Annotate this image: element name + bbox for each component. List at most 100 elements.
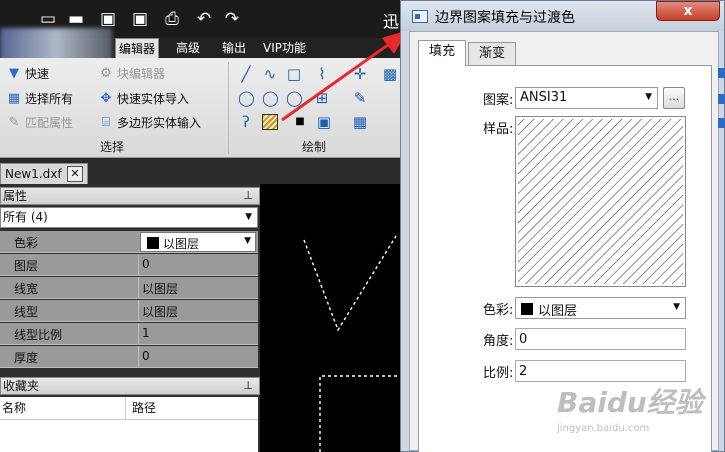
property-key: 厚度	[14, 351, 39, 365]
print-icon[interactable]: ⎙	[162, 9, 182, 29]
tab-editor[interactable]: 编辑器	[115, 38, 160, 58]
header-divider	[0, 419, 258, 420]
filter-icon: ▼	[9, 65, 19, 81]
quick-select-label: 快速	[25, 67, 50, 81]
open-folder-icon[interactable]: ▬	[66, 9, 86, 29]
favorites-title: 收藏夹	[3, 379, 40, 393]
column-divider	[138, 277, 139, 299]
select-all-icon: ▦	[7, 90, 21, 106]
pin-icon[interactable]: ⊥	[243, 378, 253, 394]
brush-icon: ✎	[8, 114, 20, 130]
select-all-button[interactable]: ▦ 选择所有	[6, 90, 73, 107]
partial-ribbon-icons	[718, 68, 725, 128]
angle-label: 角度:	[483, 334, 514, 349]
property-value[interactable]: 1	[142, 326, 150, 340]
chevron-down-icon: ▼	[673, 302, 680, 312]
new-file-icon[interactable]: ▭	[38, 9, 58, 29]
property-value[interactable]: 以图层	[142, 280, 178, 297]
sample-label: 样品:	[483, 122, 514, 137]
property-key: 线宽	[14, 282, 39, 296]
favorites-list: 名称 路径	[0, 397, 258, 452]
color-dropdown[interactable]: 以图层 ▼	[140, 232, 256, 252]
tab-gradient[interactable]: 渐变	[468, 42, 516, 66]
pattern-label: 图案:	[483, 93, 514, 108]
chevron-down-icon: ▼	[244, 236, 251, 246]
select-group-label: 选择	[100, 140, 125, 154]
color-value: 以图层	[163, 237, 200, 251]
annotation-arrow	[281, 30, 408, 122]
property-row: 线型比例 1	[0, 323, 258, 345]
save-as-icon[interactable]: ▣	[130, 9, 150, 29]
tab-advanced[interactable]: 高级	[173, 38, 203, 58]
pattern-dropdown[interactable]: ANSI31 ▼	[515, 87, 658, 109]
save-icon[interactable]: ▣	[98, 9, 118, 29]
column-header-name[interactable]: 名称	[2, 399, 26, 416]
dialog-title: 边界图案填充与过渡色	[435, 10, 575, 26]
curve-tool-icon[interactable]: ʔ	[238, 114, 254, 130]
property-row: 线型 以图层	[0, 300, 258, 322]
close-button[interactable]: x	[656, 1, 720, 21]
color-swatch	[521, 303, 533, 315]
column-divider	[138, 254, 139, 276]
match-properties-button[interactable]: ✎ 匹配属性	[6, 114, 73, 131]
quick-select-button[interactable]: ▼ 快速	[6, 65, 49, 82]
chevron-down-icon: ▼	[645, 92, 652, 102]
polygon-entity-input-button[interactable]: ⌸ 多边形实体输入	[98, 114, 201, 131]
property-value[interactable]: 0	[142, 257, 150, 271]
match-properties-label: 匹配属性	[25, 116, 74, 130]
document-tab[interactable]: New1.dxf ✕	[0, 163, 88, 184]
scale-value: 2	[519, 364, 528, 379]
block-editor-icon: ⚙	[100, 65, 112, 81]
dialog-app-icon	[412, 10, 428, 23]
chevron-down-icon: ▼	[245, 212, 252, 222]
property-key: 色彩	[14, 236, 39, 250]
column-divider	[138, 300, 139, 322]
circle-tool-icon[interactable]: ◯	[238, 90, 255, 106]
color-swatch	[147, 237, 159, 249]
properties-title: 属性	[3, 189, 28, 203]
property-row: 线宽 以图层	[0, 277, 258, 299]
undo-icon[interactable]: ↶	[194, 9, 214, 29]
color-value: 以图层	[538, 304, 578, 319]
watermark-url: jingyan.baidu.com	[557, 423, 650, 434]
column-divider	[138, 346, 139, 368]
baidu-watermark: Baidu经验 jingyan.baidu.com	[555, 375, 720, 445]
redo-icon[interactable]: ↷	[222, 9, 242, 29]
pattern-value: ANSI31	[520, 90, 568, 105]
pin-icon[interactable]: ⊥	[243, 188, 253, 204]
property-value[interactable]: 以图层	[142, 303, 178, 320]
watermark-brand: Baidu经验	[557, 386, 703, 419]
selection-filter-value: 所有 (4)	[3, 210, 48, 224]
close-tab-icon[interactable]: ✕	[67, 166, 83, 182]
column-divider	[125, 397, 126, 419]
property-key: 图层	[14, 259, 39, 273]
property-value[interactable]: 0	[142, 349, 150, 363]
property-key: 线型比例	[14, 328, 63, 342]
quick-entity-import-button[interactable]: ✥ 快速实体导入	[98, 90, 189, 107]
line-tool-icon[interactable]: ╱	[238, 66, 254, 82]
favorites-header: 收藏夹 ⊥	[0, 377, 260, 395]
column-divider	[138, 323, 139, 345]
group-separator	[228, 62, 229, 154]
pattern-sample-preview	[515, 116, 686, 287]
drawing-canvas[interactable]	[260, 184, 400, 452]
tab-fill[interactable]: 填充	[418, 40, 466, 66]
properties-header: 属性 ⊥	[0, 187, 260, 205]
property-row: 色彩 以图层 ▼	[0, 231, 258, 253]
angle-field[interactable]: 0	[515, 328, 686, 350]
tab-output[interactable]: 输出	[219, 38, 249, 58]
polygon-icon: ⌸	[102, 114, 110, 130]
selection-filter-dropdown[interactable]: 所有 (4) ▼	[0, 207, 258, 228]
block-editor-label: 块编辑器	[117, 67, 166, 81]
import-icon: ✥	[100, 90, 112, 106]
dashed-v-shape	[303, 235, 397, 332]
document-tab-label: New1.dxf	[5, 167, 62, 181]
column-header-path[interactable]: 路径	[132, 399, 156, 416]
property-row: 厚度 0	[0, 346, 258, 368]
select-all-label: 选择所有	[25, 92, 74, 106]
browse-pattern-button[interactable]: ...	[663, 87, 685, 109]
color-dropdown[interactable]: 以图层 ▼	[515, 297, 686, 319]
property-row: 图层 0	[0, 254, 258, 276]
block-editor-button[interactable]: ⚙ 块编辑器	[98, 65, 165, 82]
color-label: 色彩:	[483, 303, 514, 318]
